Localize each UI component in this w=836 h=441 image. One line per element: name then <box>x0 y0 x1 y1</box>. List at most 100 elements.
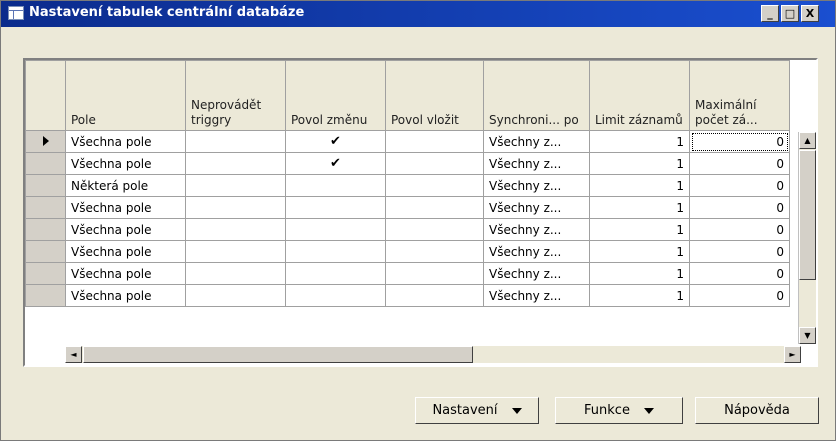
row-selector[interactable] <box>25 196 66 219</box>
cell-povol-zmenu[interactable] <box>285 262 386 285</box>
cell-synchronizovat-po[interactable]: Všechny z... <box>483 130 590 153</box>
nastaveni-menu-button[interactable]: Nastavení <box>415 397 539 424</box>
cell-pole[interactable]: Všechna pole <box>65 130 186 153</box>
scroll-up-icon[interactable]: ▲ <box>799 132 816 149</box>
cell-maximalni-pocet[interactable]: 0 <box>689 196 790 219</box>
cell-povol-vlozit[interactable] <box>385 174 484 197</box>
data-grid: Pole Neprovádět triggry Povol změnu Povo… <box>23 58 818 367</box>
cell-limit-zaznamu[interactable]: 1 <box>589 174 690 197</box>
column-header-limit-zaznamu[interactable]: Limit záznamů <box>589 60 690 131</box>
cell-povol-vlozit[interactable] <box>385 152 484 175</box>
row-selector[interactable] <box>25 218 66 241</box>
cell-povol-zmenu[interactable] <box>285 174 386 197</box>
column-header-neprovadet-triggry[interactable]: Neprovádět triggry <box>185 60 286 131</box>
column-header-povol-zmenu[interactable]: Povol změnu <box>285 60 386 131</box>
scroll-down-icon[interactable]: ▼ <box>799 327 816 344</box>
cell-synchronizovat-po[interactable]: Všechny z... <box>483 196 590 219</box>
cell-povol-vlozit[interactable] <box>385 262 484 285</box>
cell-pole[interactable]: Všechna pole <box>65 240 186 263</box>
cell-povol-zmenu[interactable] <box>285 218 386 241</box>
cell-pole[interactable]: Všechna pole <box>65 152 186 175</box>
table-row[interactable]: Některá pole Všechny z... 1 0 <box>25 174 790 197</box>
row-selector[interactable] <box>25 174 66 197</box>
cell-synchronizovat-po[interactable]: Všechny z... <box>483 152 590 175</box>
horizontal-scrollbar[interactable]: ◄ ► <box>65 346 801 363</box>
cell-limit-zaznamu[interactable]: 1 <box>589 130 690 153</box>
column-header-maximalni-pocet[interactable]: Maximální počet zá... <box>689 60 790 131</box>
cell-maximalni-pocet[interactable]: 0 <box>689 130 790 153</box>
table-row[interactable]: Všechna pole ✔ Všechny z... 1 0 <box>25 152 790 175</box>
cell-maximalni-pocet[interactable]: 0 <box>689 218 790 241</box>
cell-limit-zaznamu[interactable]: 1 <box>589 196 690 219</box>
vertical-scrollbar[interactable]: ▲ ▼ <box>798 132 816 344</box>
cell-maximalni-pocet[interactable]: 0 <box>689 284 790 307</box>
row-selector[interactable] <box>25 240 66 263</box>
cell-povol-zmenu[interactable] <box>285 196 386 219</box>
cell-povol-zmenu[interactable]: ✔ <box>285 152 386 175</box>
cell-limit-zaznamu[interactable]: 1 <box>589 262 690 285</box>
cell-synchronizovat-po[interactable]: Všechny z... <box>483 284 590 307</box>
cell-limit-zaznamu[interactable]: 1 <box>589 240 690 263</box>
current-row-arrow-icon <box>43 135 49 146</box>
column-header-synchronizovat-po[interactable]: Synchroni... po <box>483 60 590 131</box>
cell-maximalni-pocet[interactable]: 0 <box>689 174 790 197</box>
horizontal-scroll-thumb[interactable] <box>83 346 473 363</box>
cell-povol-vlozit[interactable] <box>385 240 484 263</box>
row-selector[interactable] <box>25 262 66 285</box>
cell-synchronizovat-po[interactable]: Všechny z... <box>483 174 590 197</box>
table-row[interactable]: Všechna pole Všechny z... 1 0 <box>25 262 790 285</box>
cell-limit-zaznamu[interactable]: 1 <box>589 152 690 175</box>
window-title: Nastavení tabulek centrální databáze <box>29 5 305 20</box>
cell-povol-vlozit[interactable] <box>385 196 484 219</box>
funkce-menu-button[interactable]: Funkce <box>555 397 683 424</box>
cell-limit-zaznamu[interactable]: 1 <box>589 218 690 241</box>
scroll-right-icon[interactable]: ► <box>784 346 801 363</box>
maximize-button[interactable]: □ <box>781 5 799 22</box>
cell-neprovadet-triggry[interactable] <box>185 196 286 219</box>
minimize-button[interactable]: _ <box>761 5 779 22</box>
cell-neprovadet-triggry[interactable] <box>185 130 286 153</box>
scroll-left-icon[interactable]: ◄ <box>65 346 82 363</box>
cell-maximalni-pocet[interactable]: 0 <box>689 262 790 285</box>
cell-limit-zaznamu[interactable]: 1 <box>589 284 690 307</box>
column-header-povol-vlozit[interactable]: Povol vložit <box>385 60 484 131</box>
cell-pole[interactable]: Všechna pole <box>65 284 186 307</box>
row-selector-header[interactable] <box>25 60 66 131</box>
cell-synchronizovat-po[interactable]: Všechny z... <box>483 240 590 263</box>
cell-pole[interactable]: Všechna pole <box>65 196 186 219</box>
cell-neprovadet-triggry[interactable] <box>185 284 286 307</box>
table-row[interactable]: Všechna pole Všechny z... 1 0 <box>25 240 790 263</box>
vertical-scroll-thumb[interactable] <box>799 150 816 280</box>
close-button[interactable]: X <box>801 5 819 22</box>
cell-maximalni-pocet[interactable]: 0 <box>689 240 790 263</box>
cell-povol-zmenu[interactable] <box>285 240 386 263</box>
title-bar[interactable]: Nastavení tabulek centrální databáze _ □… <box>1 1 835 27</box>
cell-maximalni-pocet[interactable]: 0 <box>689 152 790 175</box>
cell-povol-zmenu[interactable]: ✔ <box>285 130 386 153</box>
napoveda-button[interactable]: Nápověda <box>695 397 819 424</box>
cell-povol-vlozit[interactable] <box>385 284 484 307</box>
table-row[interactable]: Všechna pole Všechny z... 1 0 <box>25 218 790 241</box>
cell-povol-vlozit[interactable] <box>385 218 484 241</box>
table-row[interactable]: Všechna pole Všechny z... 1 0 <box>25 196 790 219</box>
cell-pole[interactable]: Všechna pole <box>65 262 186 285</box>
cell-synchronizovat-po[interactable]: Všechny z... <box>483 262 590 285</box>
chevron-down-icon <box>643 407 654 414</box>
column-header-pole[interactable]: Pole <box>65 60 186 131</box>
table-row[interactable]: Všechna pole Všechny z... 1 0 <box>25 284 790 307</box>
cell-pole[interactable]: Všechna pole <box>65 218 186 241</box>
row-selector[interactable] <box>25 130 66 153</box>
cell-neprovadet-triggry[interactable] <box>185 262 286 285</box>
cell-neprovadet-triggry[interactable] <box>185 174 286 197</box>
table-row[interactable]: Všechna pole ✔ Všechny z... 1 0 <box>25 130 790 153</box>
cell-povol-zmenu[interactable] <box>285 284 386 307</box>
cell-synchronizovat-po[interactable]: Všechny z... <box>483 218 590 241</box>
cell-pole[interactable]: Některá pole <box>65 174 186 197</box>
cell-neprovadet-triggry[interactable] <box>185 218 286 241</box>
row-selector[interactable] <box>25 152 66 175</box>
cell-neprovadet-triggry[interactable] <box>185 240 286 263</box>
row-selector[interactable] <box>25 284 66 307</box>
cell-neprovadet-triggry[interactable] <box>185 152 286 175</box>
cell-povol-vlozit[interactable] <box>385 130 484 153</box>
chevron-down-icon <box>511 407 522 414</box>
